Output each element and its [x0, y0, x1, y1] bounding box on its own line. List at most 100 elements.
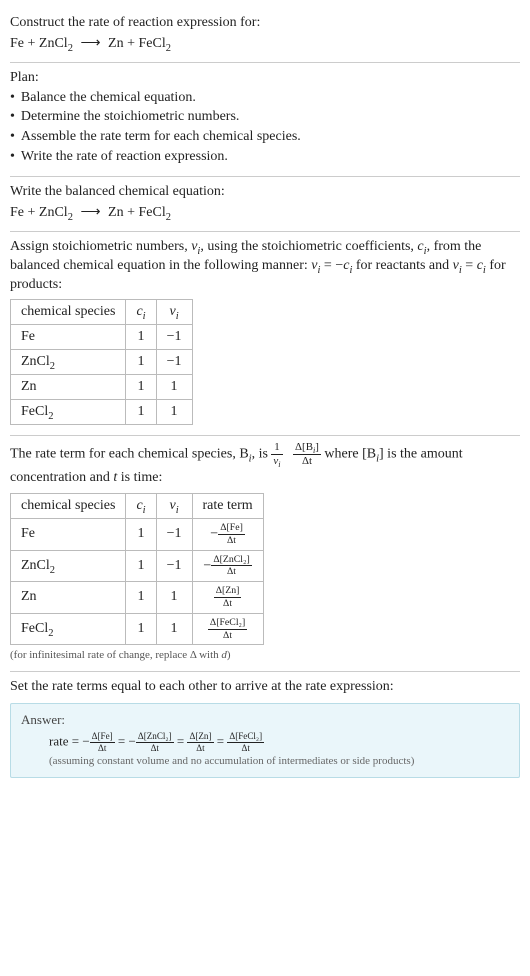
bullet-icon: •: [10, 88, 15, 108]
cell-v: −1: [156, 324, 192, 349]
species-zn: Zn: [108, 36, 124, 51]
answer-label: Answer:: [21, 712, 509, 728]
table-row: FeCl2 1 1 Δ[FeCl₂]Δt: [11, 613, 264, 645]
cell-rateterm: Δ[Zn]Δt: [192, 582, 263, 614]
cell-species: FeCl2: [11, 399, 126, 424]
plan-item-text: Write the rate of reaction expression.: [21, 147, 228, 167]
sub2b: 2: [166, 212, 171, 223]
plan-heading: Plan:: [10, 69, 520, 88]
sub-i: i: [278, 460, 280, 469]
cell-v: 1: [156, 613, 192, 645]
num: Δ[FeCl₂]: [227, 732, 264, 743]
ci-header: ci: [136, 304, 145, 319]
reaction-arrow-icon: ⟶: [76, 35, 104, 52]
assign-section: Assign stoichiometric numbers, νi, using…: [10, 232, 520, 435]
num: Δ[ZnCl₂]: [136, 732, 174, 743]
zncl-text: ZnCl: [39, 36, 68, 51]
t: =: [462, 258, 477, 273]
plan-item: •Assemble the rate term for each chemica…: [10, 127, 520, 147]
t: where [B: [324, 446, 376, 461]
den: Δt: [214, 598, 242, 609]
cell-v: 1: [156, 374, 192, 399]
table-row: Zn 1 1 Δ[Zn]Δt: [11, 582, 264, 614]
table-header-row: chemical species ci νi rate term: [11, 493, 264, 518]
plan-item: •Determine the stoichiometric numbers.: [10, 107, 520, 127]
plan-item-text: Assemble the rate term for each chemical…: [21, 127, 301, 147]
num: Δ[FeCl₂]: [208, 618, 247, 630]
ci-header: ci: [136, 498, 145, 513]
cell-v: −1: [156, 518, 192, 550]
den: νi: [271, 455, 282, 467]
h: chemical species: [21, 304, 115, 319]
balanced-equation: Fe + ZnCl2 ⟶ Zn + FeCl2: [10, 202, 520, 221]
c-i: ci: [417, 239, 426, 254]
p: ]: [315, 441, 319, 453]
num: Δ[Zn]: [187, 732, 213, 743]
answer-rateline: rate = −Δ[Fe]Δt = −Δ[ZnCl₂]Δt = Δ[Zn]Δt …: [21, 728, 509, 755]
frac: Δ[Fe]Δt: [90, 732, 115, 753]
frac: Δ[Zn]Δt: [187, 732, 213, 753]
table-row: Fe1−1: [11, 324, 193, 349]
cell-species: Fe: [11, 518, 126, 550]
eq: =: [115, 734, 129, 749]
sub2: 2: [68, 43, 73, 54]
stoich-table: chemical species ci νi Fe1−1 ZnCl21−1 Zn…: [10, 299, 193, 425]
sub2b: 2: [166, 43, 171, 54]
rateterm-note: (for infinitesimal rate of change, repla…: [10, 645, 520, 661]
den: Δt: [208, 630, 247, 641]
cell-c: 1: [126, 582, 156, 614]
den: Δt: [211, 566, 251, 577]
nu-i: νi: [191, 239, 200, 254]
table-header-row: chemical species ci νi: [11, 299, 193, 324]
p: Δ[B: [295, 441, 313, 453]
col-vi: νi: [156, 493, 192, 518]
frac: Δ[Fe]Δt: [218, 523, 245, 546]
cell-c: 1: [126, 324, 156, 349]
plan-item-text: Determine the stoichiometric numbers.: [21, 107, 240, 127]
frac: Δ[ZnCl₂]Δt: [136, 732, 174, 753]
plus2: +: [124, 205, 139, 220]
plus2: +: [124, 36, 139, 51]
table-row: ZnCl21−1: [11, 349, 193, 374]
neg: −: [82, 734, 89, 749]
col-ci: ci: [126, 493, 156, 518]
cell-rateterm: −Δ[ZnCl₂]Δt: [192, 550, 263, 582]
table-row: ZnCl2 1 −1 −Δ[ZnCl₂]Δt: [11, 550, 264, 582]
den: Δt: [218, 535, 245, 546]
t: Assign stoichiometric numbers,: [10, 239, 191, 254]
reaction-arrow-icon: ⟶: [76, 204, 104, 221]
plus: +: [24, 36, 39, 51]
species-fecl2: FeCl2: [138, 205, 170, 220]
t: = −: [320, 258, 343, 273]
cell-c: 1: [126, 374, 156, 399]
c-i2: ci: [343, 258, 352, 273]
vi-header: νi: [169, 304, 178, 319]
species-fecl2: FeCl2: [138, 36, 170, 51]
t: The rate term for each chemical species,…: [10, 446, 249, 461]
species-zncl2: ZnCl2: [39, 205, 73, 220]
rateterm-text: The rate term for each chemical species,…: [10, 442, 520, 489]
cell-v: 1: [156, 582, 192, 614]
plus: +: [24, 205, 39, 220]
cell-rateterm: −Δ[Fe]Δt: [192, 518, 263, 550]
table-row: Fe 1 −1 −Δ[Fe]Δt: [11, 518, 264, 550]
eq2: νi: [453, 258, 462, 273]
cell-species: Zn: [11, 582, 126, 614]
final-section: Set the rate terms equal to each other t…: [10, 672, 520, 788]
den: Δt: [90, 743, 115, 753]
species-zncl2: ZnCl2: [39, 36, 73, 51]
num: Δ[Fe]: [218, 523, 245, 535]
num: Δ[Bi]: [293, 442, 321, 455]
cell-species: Zn: [11, 374, 126, 399]
eq: =: [68, 734, 82, 749]
species-fe: Fe: [10, 36, 24, 51]
neg: −: [210, 526, 218, 541]
frac: Δ[ZnCl₂]Δt: [211, 555, 251, 578]
frac: Δ[Zn]Δt: [214, 586, 242, 609]
col-rateterm: rate term: [192, 493, 263, 518]
table-row: FeCl211: [11, 399, 193, 424]
final-heading: Set the rate terms equal to each other t…: [10, 678, 520, 697]
neg: −: [129, 734, 136, 749]
fecl-text: FeCl: [138, 36, 165, 51]
frac: Δ[FeCl₂]Δt: [227, 732, 264, 753]
